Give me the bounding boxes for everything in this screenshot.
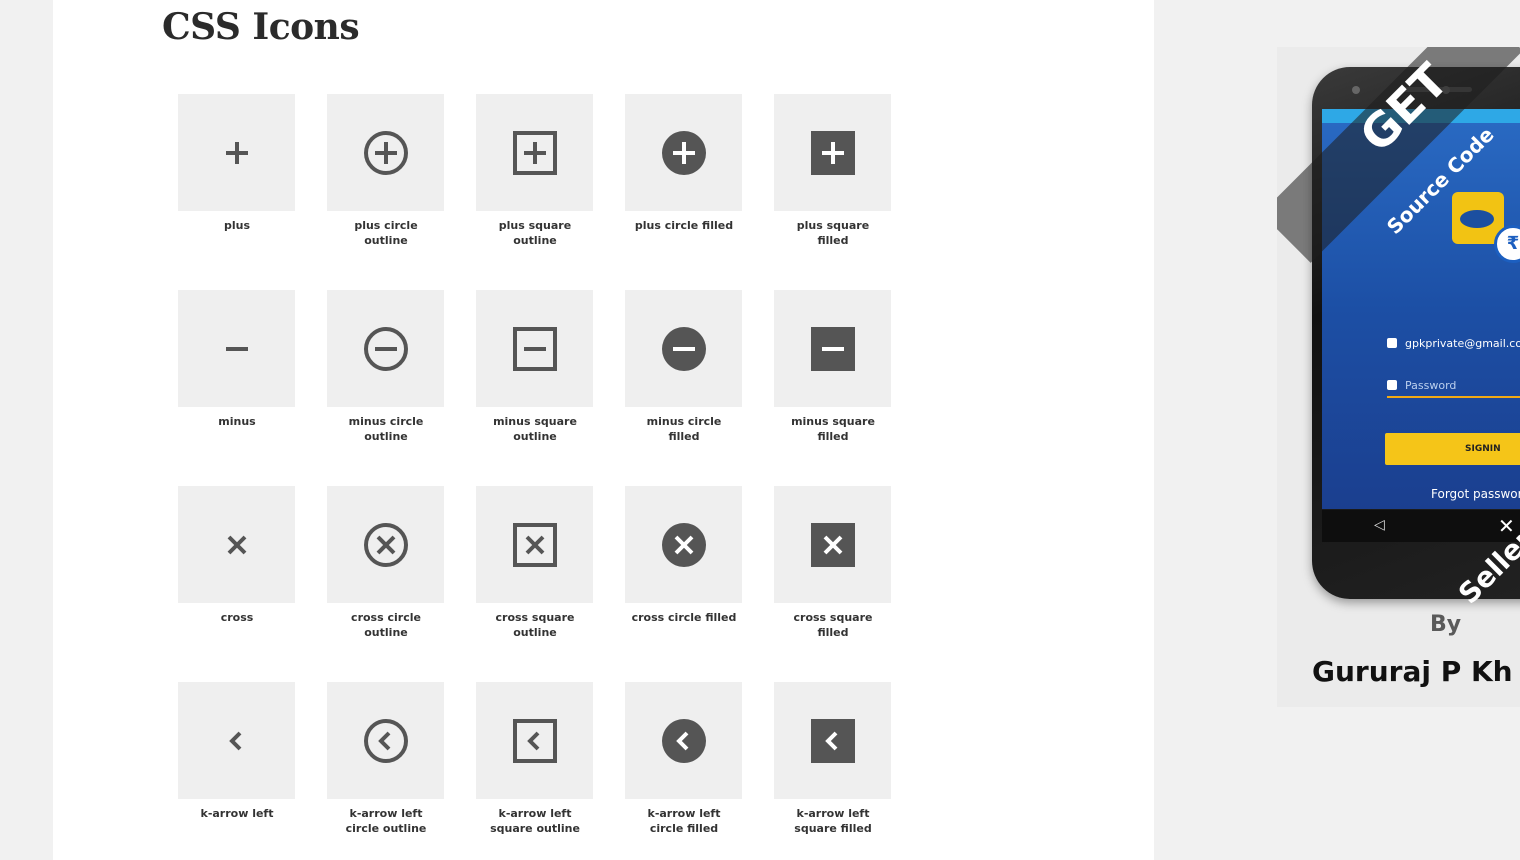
icon-tile: k-arrow left square filled xyxy=(774,682,892,836)
cross-circle-filled-icon xyxy=(625,486,742,603)
plus-circle-filled-icon xyxy=(625,94,742,211)
main-content: CSS Icons plus plus circle outline plus sq… xyxy=(53,0,1154,860)
author-name: Gururaj P Kh xyxy=(1312,655,1513,688)
icon-label: cross circle filled xyxy=(631,611,737,624)
icon-label: minus circle outline xyxy=(348,415,424,443)
k-arrow-left-square-outline-icon xyxy=(476,682,593,799)
icon-label: plus circle outline xyxy=(354,219,418,247)
page-title: CSS Icons xyxy=(162,6,360,48)
icon-label: plus xyxy=(223,219,251,232)
signin-button: SIGNIN xyxy=(1385,433,1520,465)
icon-label: plus circle filled xyxy=(634,219,734,232)
minus-circle-filled-icon xyxy=(625,290,742,407)
email-value: gpkprivate@gmail.com xyxy=(1405,337,1520,350)
email-field: gpkprivate@gmail.com xyxy=(1387,337,1520,350)
icon-tile: k-arrow left xyxy=(178,682,296,821)
cross-icon xyxy=(178,486,295,603)
icon-label: k-arrow left square filled xyxy=(794,807,872,835)
advertisement-banner[interactable]: GET Source Code ₹ gpkprivate@gmail.com P… xyxy=(1277,47,1520,707)
plus-square-filled-icon xyxy=(774,94,891,211)
icon-tile: minus circle filled xyxy=(625,290,743,444)
icon-tile: plus circle filled xyxy=(625,94,743,233)
k-arrow-left-circle-filled-icon xyxy=(625,682,742,799)
icon-tile: k-arrow left circle outline xyxy=(327,682,445,836)
minus-square-outline-icon xyxy=(476,290,593,407)
icon-label: k-arrow left square outline xyxy=(490,807,580,835)
plus-icon xyxy=(178,94,295,211)
icon-tile: cross circle outline xyxy=(327,486,445,640)
phone-mockup: GET Source Code ₹ gpkprivate@gmail.com P… xyxy=(1277,47,1520,610)
icon-label: minus square outline xyxy=(493,415,577,443)
k-arrow-left-icon xyxy=(178,682,295,799)
cross-circle-outline-icon xyxy=(327,486,444,603)
icon-tile: minus xyxy=(178,290,296,429)
cross-square-filled-icon xyxy=(774,486,891,603)
icon-tile: k-arrow left square outline xyxy=(476,682,594,836)
phone-navbar: ◁ ✕ xyxy=(1322,510,1520,542)
icon-label: minus circle filled xyxy=(646,415,722,443)
password-placeholder: Password xyxy=(1405,379,1457,392)
icon-tile: minus square outline xyxy=(476,290,594,444)
fish-icon xyxy=(1460,210,1494,228)
icon-label: plus square filled xyxy=(796,219,870,247)
icon-tile: cross circle filled xyxy=(625,486,743,625)
icon-tile: minus circle outline xyxy=(327,290,445,444)
plus-circle-outline-icon xyxy=(327,94,444,211)
cross-square-outline-icon xyxy=(476,486,593,603)
icon-tile: cross square filled xyxy=(774,486,892,640)
plus-square-outline-icon xyxy=(476,94,593,211)
icon-label: k-arrow left circle filled xyxy=(647,807,721,835)
minus-square-filled-icon xyxy=(774,290,891,407)
icon-tile: minus square filled xyxy=(774,290,892,444)
icon-label: cross xyxy=(220,611,254,624)
user-icon xyxy=(1387,338,1397,348)
minus-icon xyxy=(178,290,295,407)
icon-tile: k-arrow left circle filled xyxy=(625,682,743,836)
phone-camera xyxy=(1352,86,1360,94)
icon-tile: plus square filled xyxy=(774,94,892,248)
icon-tile: plus circle outline xyxy=(327,94,445,248)
icon-label: k-arrow left circle outline xyxy=(345,807,427,835)
icon-label: minus xyxy=(218,415,256,428)
icon-tile: cross xyxy=(178,486,296,625)
password-field: Password xyxy=(1387,379,1520,398)
icon-tile: plus xyxy=(178,94,296,233)
icon-label: plus square outline xyxy=(498,219,572,247)
k-arrow-left-square-filled-icon xyxy=(774,682,891,799)
icon-label: cross square outline xyxy=(495,611,575,639)
k-arrow-left-circle-outline-icon xyxy=(327,682,444,799)
icon-label: cross circle outline xyxy=(351,611,421,639)
icon-tile: cross square outline xyxy=(476,486,594,640)
icon-label: k-arrow left xyxy=(200,807,274,820)
back-triangle-icon: ◁ xyxy=(1374,517,1385,533)
forgot-password-link: Forgot password? xyxy=(1431,487,1520,501)
icon-label: minus square filled xyxy=(791,415,875,443)
icon-tile: plus square outline xyxy=(476,94,594,248)
icon-label: cross square filled xyxy=(793,611,873,639)
by-label: By xyxy=(1430,612,1462,637)
lock-icon xyxy=(1387,380,1397,390)
minus-circle-outline-icon xyxy=(327,290,444,407)
